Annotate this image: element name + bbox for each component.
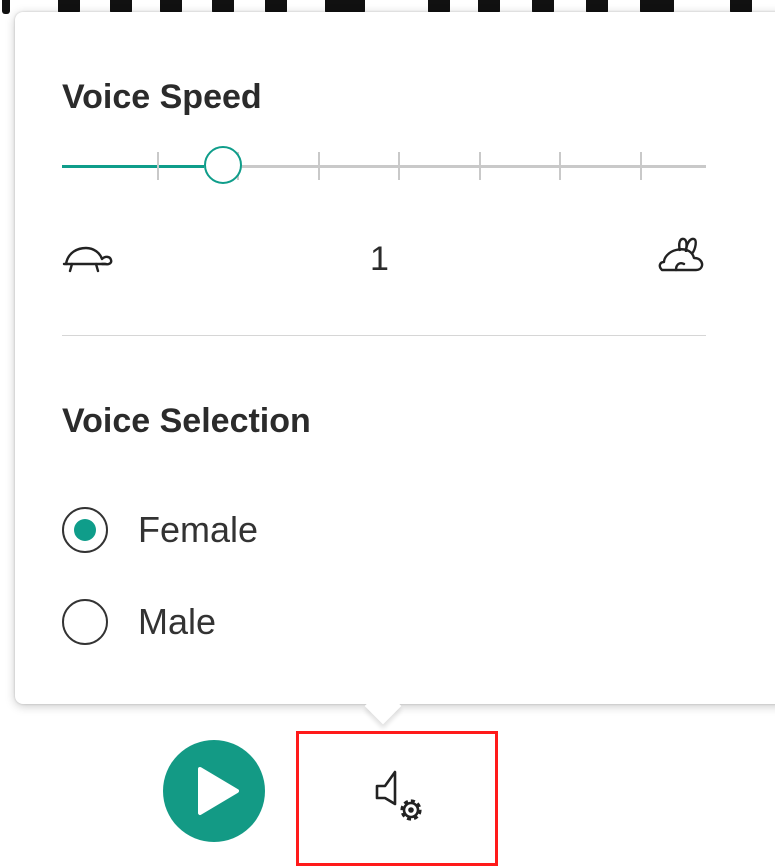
turtle-icon: [62, 242, 114, 281]
voice-speed-title: Voice Speed: [62, 78, 262, 116]
slider-track-fill: [62, 165, 204, 168]
section-divider: [62, 335, 706, 336]
voice-selection-title: Voice Selection: [62, 402, 311, 440]
speed-scale-row: 1: [62, 236, 722, 286]
slider-tick: [479, 152, 481, 180]
slider-tick: [559, 152, 561, 180]
slider-tick: [318, 152, 320, 180]
play-icon: [198, 767, 239, 815]
slider-thumb[interactable]: [204, 146, 242, 184]
slider-tick: [640, 152, 642, 180]
rabbit-icon: [656, 236, 706, 281]
play-button[interactable]: [163, 740, 265, 842]
radio-option-male[interactable]: Male: [62, 596, 216, 648]
radio-button-male[interactable]: [62, 599, 108, 645]
radio-selected-dot: [74, 519, 96, 541]
speaker-gear-icon: [369, 766, 431, 835]
slider-tick: [157, 152, 159, 180]
radio-button-female[interactable]: [62, 507, 108, 553]
speed-value: 1: [370, 240, 389, 278]
voice-settings-button[interactable]: [296, 731, 498, 866]
radio-label-male[interactable]: Male: [138, 601, 216, 643]
voice-speed-slider[interactable]: [62, 146, 706, 184]
radio-option-female[interactable]: Female: [62, 504, 258, 556]
slider-tick: [398, 152, 400, 180]
radio-label-female[interactable]: Female: [138, 509, 258, 551]
